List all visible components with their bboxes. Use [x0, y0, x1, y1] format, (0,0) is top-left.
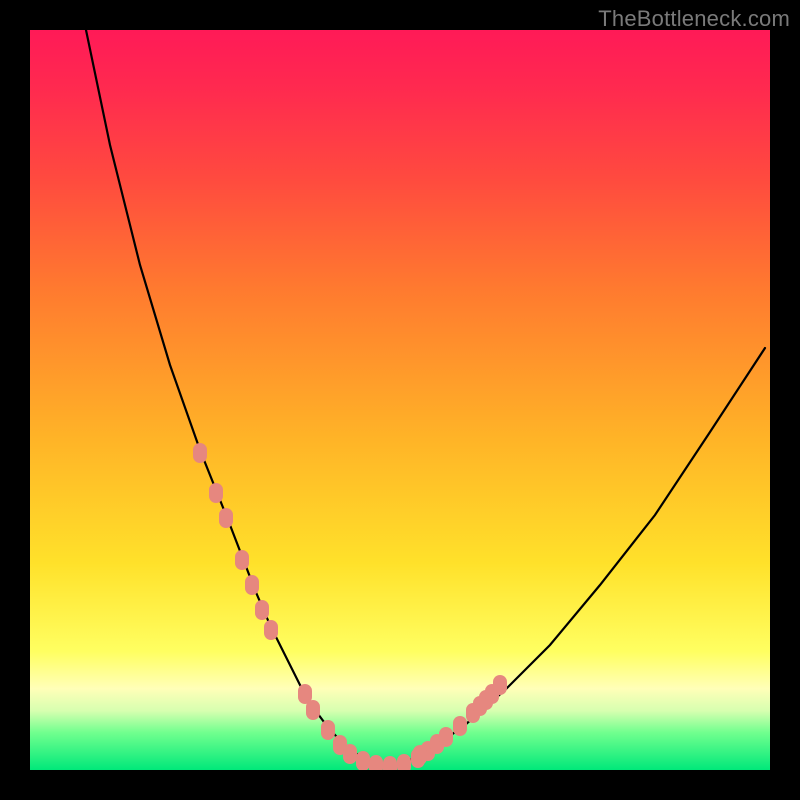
- highlight-marker: [306, 700, 320, 720]
- highlight-marker: [255, 600, 269, 620]
- highlight-markers: [193, 443, 507, 770]
- highlight-marker: [209, 483, 223, 503]
- highlight-marker: [321, 720, 335, 740]
- highlight-marker: [235, 550, 249, 570]
- highlight-marker: [356, 751, 370, 770]
- highlight-marker: [493, 675, 507, 695]
- curve-svg: [30, 30, 770, 770]
- highlight-marker: [413, 745, 427, 765]
- highlight-marker: [383, 756, 397, 770]
- bottleneck-curve: [86, 30, 765, 765]
- highlight-marker: [439, 727, 453, 747]
- highlight-marker: [219, 508, 233, 528]
- highlight-marker: [193, 443, 207, 463]
- highlight-marker: [397, 754, 411, 770]
- highlight-marker: [264, 620, 278, 640]
- highlight-marker: [343, 744, 357, 764]
- highlight-marker: [369, 755, 383, 770]
- highlight-marker: [245, 575, 259, 595]
- chart-frame: TheBottleneck.com: [0, 0, 800, 800]
- highlight-marker: [453, 716, 467, 736]
- plot-area: [30, 30, 770, 770]
- watermark-text: TheBottleneck.com: [598, 6, 790, 32]
